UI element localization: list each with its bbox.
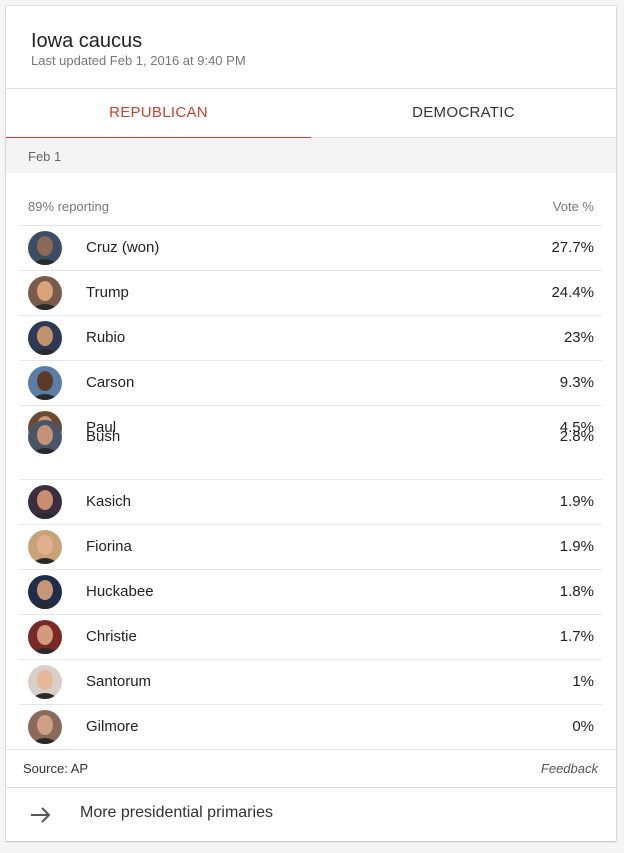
candidate-photo: [28, 231, 62, 265]
candidate-vote-percent: 1%: [572, 673, 594, 690]
candidate-photo: [28, 575, 62, 609]
date-label: Feb 1: [28, 149, 62, 164]
candidate-row[interactable]: Bush 2.8%: [20, 420, 602, 479]
candidate-vote-percent: 9.3%: [559, 374, 594, 391]
candidate-row[interactable]: Carson 9.3%: [20, 360, 602, 405]
candidate-vote-percent: 0%: [572, 718, 594, 735]
candidate-photo: [28, 276, 62, 310]
candidate-name: Trump: [86, 284, 129, 301]
card-footer: Source: AP Feedback: [6, 749, 616, 787]
candidate-photo: [28, 485, 62, 519]
results-column-header: 89% reporting Vote %: [28, 199, 594, 214]
last-updated-text: Last updated Feb 1, 2016 at 9:40 PM: [31, 53, 246, 68]
tab-democratic[interactable]: DEMOCRATIC: [311, 89, 616, 138]
arrow-right-icon: [31, 807, 51, 823]
candidate-row[interactable]: Kasich 1.9%: [20, 479, 602, 524]
candidate-row[interactable]: Santorum 1%: [20, 659, 602, 704]
candidate-name: Kasich: [86, 493, 132, 510]
reporting-status: 89% reporting: [28, 199, 109, 214]
source-label: Source: AP: [23, 761, 89, 776]
candidate-name: Fiorina: [86, 538, 132, 555]
candidate-name: Rubio: [86, 329, 126, 346]
candidate-photo: [28, 366, 62, 400]
card-header: Iowa caucus Last updated Feb 1, 2016 at …: [6, 6, 616, 88]
candidate-name: Santorum: [86, 673, 152, 690]
candidate-vote-percent: 1.9%: [559, 538, 594, 555]
more-primaries-label: More presidential primaries: [80, 804, 273, 821]
vote-percent-header: Vote %: [552, 199, 594, 214]
candidate-photo: [28, 420, 62, 454]
more-primaries-link[interactable]: More presidential primaries: [6, 787, 616, 841]
candidate-name: Gilmore: [86, 718, 139, 735]
candidate-row[interactable]: Huckabee 1.8%: [20, 569, 602, 614]
candidate-vote-percent: 1.8%: [559, 583, 594, 600]
date-bar: Feb 1: [6, 138, 616, 173]
candidate-photo: [28, 620, 62, 654]
candidate-name: Huckabee: [86, 583, 154, 600]
candidate-vote-percent: 27.7%: [551, 239, 594, 256]
candidate-photo: [28, 710, 62, 744]
candidate-row[interactable]: Cruz (won) 27.7%: [20, 225, 602, 270]
candidate-photo: [28, 665, 62, 699]
candidate-name: Christie: [86, 628, 137, 645]
candidate-row[interactable]: Gilmore 0%: [20, 704, 602, 749]
page-title: Iowa caucus: [31, 30, 143, 52]
candidate-vote-percent: 1.9%: [559, 493, 594, 510]
candidate-photo: [28, 530, 62, 564]
candidate-vote-percent: 23%: [563, 329, 594, 346]
tab-republican[interactable]: REPUBLICAN: [6, 89, 311, 140]
feedback-link[interactable]: Feedback: [541, 761, 598, 776]
candidate-vote-percent: 1.7%: [559, 628, 594, 645]
candidate-row[interactable]: Christie 1.7%: [20, 614, 602, 659]
candidate-name: Bush: [86, 428, 121, 445]
candidate-row[interactable]: Rubio 23%: [20, 315, 602, 360]
candidate-row[interactable]: Trump 24.4%: [20, 270, 602, 315]
candidate-vote-percent: 2.8%: [559, 428, 594, 445]
party-tabs: REPUBLICAN DEMOCRATIC: [6, 88, 616, 140]
candidate-name: Carson: [86, 374, 135, 391]
election-results-card: Iowa caucus Last updated Feb 1, 2016 at …: [6, 6, 616, 841]
candidate-vote-percent: 24.4%: [551, 284, 594, 301]
candidate-row[interactable]: Fiorina 1.9%: [20, 524, 602, 569]
candidate-name: Cruz (won): [86, 239, 160, 256]
candidate-photo: [28, 321, 62, 355]
